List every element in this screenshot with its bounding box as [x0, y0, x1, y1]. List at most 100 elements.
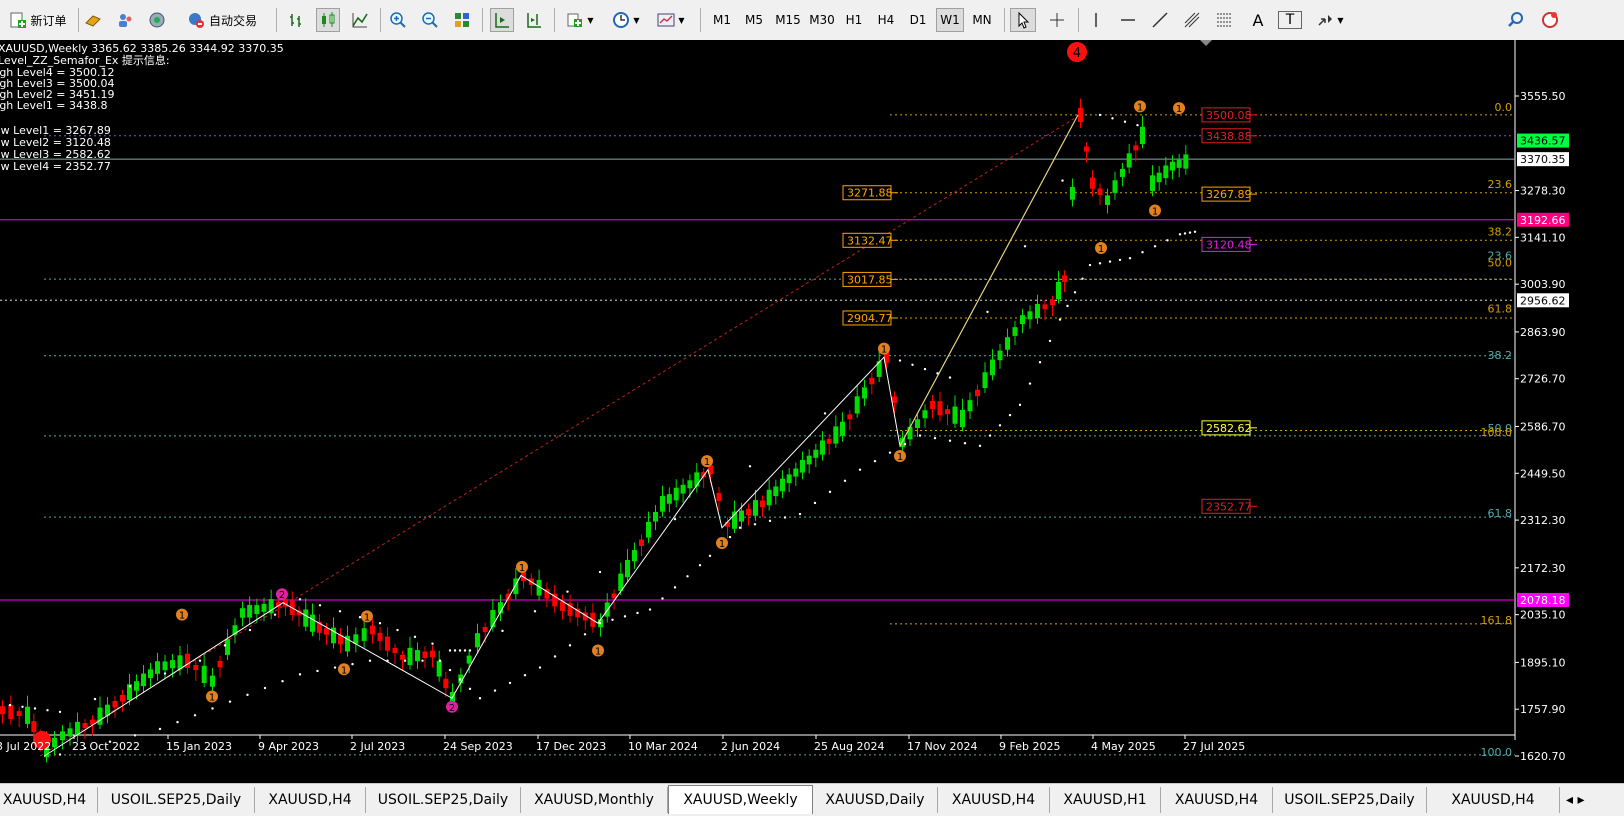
trailing-stop-dot [508, 681, 512, 685]
candle-body [1133, 145, 1139, 151]
trailing-stop-dot [93, 697, 97, 701]
auto-trade-button[interactable]: 自动交易 [178, 8, 266, 32]
price-tick-label: 3141.10 [1520, 231, 1566, 244]
trendline-tool-button[interactable] [1148, 8, 1172, 32]
market-watch-button[interactable] [82, 8, 104, 32]
timeframe-h4-button[interactable]: H4 [872, 8, 900, 32]
trailing-stop-dot [858, 468, 862, 471]
chart-tab[interactable]: XAUUSD,H4 [1161, 787, 1273, 813]
candle-body [687, 480, 693, 489]
trailing-stop-dot [698, 564, 702, 567]
chart-tab[interactable]: XAUUSD,H4 [938, 787, 1050, 813]
chart-tab[interactable]: USOIL.SEP25,Daily [98, 787, 255, 813]
chart-tab[interactable]: XAUUSD,H4 [255, 787, 366, 813]
semafor-marker-label: 1 [519, 563, 525, 574]
trailing-stop-dot [211, 707, 214, 710]
fibonacci-level-label: 38.2 [1488, 349, 1513, 362]
candle-body [813, 449, 819, 458]
candle-body [1090, 177, 1095, 189]
trailing-stop-dot [338, 610, 342, 613]
semafor-marker-label: 1 [1176, 104, 1182, 115]
chart-tab[interactable]: XAUUSD,H4 [1427, 787, 1560, 813]
vertical-line-tool-button[interactable] [1084, 8, 1108, 32]
candle-body [646, 521, 651, 538]
new-order-button[interactable]: 新订单 [2, 8, 74, 32]
timeframe-m5-button[interactable]: M5 [740, 8, 768, 32]
price-tick-label: 3278.30 [1520, 185, 1566, 198]
candlestick-button[interactable] [316, 8, 340, 32]
trailing-stop-dot [1128, 257, 1132, 260]
chevron-down-icon: ▼ [587, 15, 594, 25]
trailing-stop-dot [501, 629, 504, 633]
timeframe-w1-button[interactable]: W1 [936, 8, 964, 32]
arrows-dropdown[interactable]: ▼ [1312, 8, 1348, 32]
candle-body [673, 487, 679, 501]
candle-body [982, 372, 988, 388]
semafor-marker-label: 1 [341, 665, 347, 676]
cursor-arrow-icon [1018, 11, 1030, 29]
trailing-stop-dot [421, 659, 424, 662]
trailing-stop-dot [1108, 260, 1112, 263]
trailing-stop-dot [911, 363, 914, 367]
candle-body [482, 626, 488, 632]
semafor-marker-label: 1 [1152, 206, 1158, 217]
line-chart-button[interactable] [348, 8, 372, 32]
timeframe-m15-button[interactable]: M15 [772, 8, 804, 32]
bar-chart-button[interactable] [284, 8, 308, 32]
timeframe-mn-button[interactable]: MN [968, 8, 996, 32]
candle-body [112, 700, 118, 708]
chart-tab[interactable]: XAUUSD,H1 [1050, 787, 1161, 813]
vertical-line-icon [1095, 13, 1097, 27]
globe-icon [149, 12, 165, 28]
trailing-stop-dot [133, 734, 137, 737]
chart-tab[interactable]: XAUUSD,H4 [0, 787, 98, 813]
text-label-tool-button[interactable]: T [1278, 11, 1302, 29]
candle-body [162, 661, 168, 671]
chart-canvas: 112112111111111140.023.638.223.650.061.8… [0, 40, 1569, 763]
fibonacci-tool-button[interactable] [1212, 8, 1236, 32]
time-tick-label: 9 Feb 2025 [999, 740, 1060, 753]
candle-body [1012, 327, 1018, 336]
cursor-tool-button[interactable] [1010, 8, 1036, 32]
candle-body [820, 440, 825, 455]
zoom-in-button[interactable] [386, 8, 410, 32]
crosshair-tool-button[interactable] [1044, 8, 1070, 32]
chart-tab[interactable]: XAUUSD,Monthly [521, 787, 668, 813]
timeframe-h1-button[interactable]: H1 [840, 8, 868, 32]
timeframe-m1-button[interactable]: M1 [708, 8, 736, 32]
fibonacci-level-label: 100.0 [1481, 746, 1513, 759]
candle-body [430, 650, 435, 658]
terminal-button[interactable] [146, 8, 168, 32]
auto-scroll-button[interactable] [490, 8, 514, 32]
tab-scroll-arrows[interactable]: ◂ ▸ [1560, 787, 1624, 813]
tile-windows-button[interactable] [450, 8, 474, 32]
price-tick-label: 3370.35 [1520, 153, 1566, 166]
navigator-button[interactable] [114, 8, 136, 32]
chart-tab[interactable]: XAUUSD,Daily [813, 787, 938, 813]
chart-tab[interactable]: USOIL.SEP25,Daily [1273, 787, 1427, 813]
periods-dropdown[interactable]: ▼ [608, 8, 644, 32]
price-chart[interactable]: 1 1 2 1 1 2 1 1 1 1 1 1 1 1 1 1 4 0.0 23.6 38.2 23.6 50.0 61.8… [0, 40, 1624, 783]
timeframe-m30-button[interactable]: M30 [806, 8, 838, 32]
chart-tab[interactable]: USOIL.SEP25,Daily [366, 787, 521, 813]
timeframe-d1-button[interactable]: D1 [904, 8, 932, 32]
chart-shift-button[interactable] [522, 8, 546, 32]
candle-body [1150, 175, 1155, 192]
price-tick-label: 2956.62 [1520, 294, 1566, 307]
candle-body [666, 494, 672, 504]
trailing-stop-dot [686, 575, 689, 578]
chart-tab[interactable]: XAUUSD,Weekly [668, 785, 813, 814]
fibonacci-level-label: 50.0 [1488, 256, 1513, 269]
trailing-stop-dot [198, 659, 202, 662]
equidistant-channel-tool-button[interactable] [1180, 8, 1204, 32]
text-tool-button[interactable]: A [1246, 8, 1270, 32]
notifications-button[interactable] [1538, 8, 1562, 32]
zoom-out-button[interactable] [418, 8, 442, 32]
trailing-stop-dot [568, 644, 572, 647]
horizontal-line-tool-button[interactable] [1116, 8, 1140, 32]
indicators-dropdown[interactable]: ▼ [562, 8, 598, 32]
trailing-stop-dot [553, 655, 557, 658]
templates-dropdown[interactable]: ▼ [652, 8, 690, 32]
price-tick-label: 2449.50 [1520, 467, 1566, 480]
search-button[interactable] [1504, 8, 1528, 32]
